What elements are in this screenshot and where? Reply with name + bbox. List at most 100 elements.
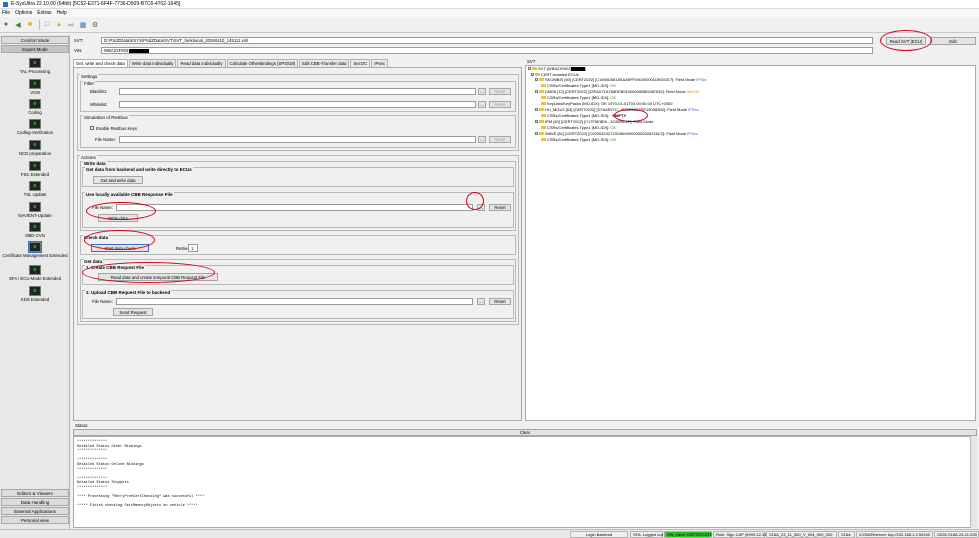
svt-path-field[interactable]: D:\PSdZData\ESYS\PSdZData\SVT\SVT_funkti… bbox=[101, 37, 873, 44]
clear-status-button[interactable]: Clear bbox=[73, 429, 977, 436]
sidebar-item-coding[interactable]: ≡ Coding bbox=[0, 99, 70, 115]
tree-root[interactable]: SVT [WBA23F603 ] bbox=[528, 66, 586, 71]
restbus-file-input[interactable] bbox=[119, 136, 476, 143]
blacklist-input[interactable] bbox=[119, 88, 476, 95]
new-document-icon[interactable]: □ bbox=[42, 20, 52, 30]
monitor-icon: ≡ bbox=[29, 222, 41, 232]
tree-leaf-dme8-csr[interactable]: CSRs/Certificates Type1 [MO-IDX]: OK bbox=[541, 95, 616, 100]
tab-write-individually[interactable]: Write data individually bbox=[128, 59, 177, 67]
sidebar-item-ncd-preparation[interactable]: ≡ NCD preparation bbox=[0, 140, 70, 156]
whitelist-input[interactable] bbox=[119, 101, 476, 108]
tab-secoc[interactable]: SecOC bbox=[350, 59, 371, 67]
tab-expert-mode[interactable]: Expert Mode bbox=[1, 45, 69, 53]
sidebar-item-tal-processing[interactable]: ≡ TAL-Processing bbox=[0, 58, 70, 74]
connect-icon[interactable]: ● bbox=[1, 20, 11, 30]
restbus-reset-button[interactable]: Reset bbox=[489, 136, 511, 143]
tree-leaf-status: OK bbox=[610, 137, 617, 142]
monitor-icon: ≡ bbox=[29, 265, 41, 275]
tree-node-ipm[interactable]: IPM [40] [CERT2022] [C17F5E8E6...3C8D5C2… bbox=[535, 119, 653, 124]
blacklist-label: Blacklist: bbox=[90, 89, 107, 94]
upload-reset-button[interactable]: Reset bbox=[489, 298, 511, 305]
restbus-group: Simulation of Restbus Enable Restbus Key… bbox=[80, 115, 516, 148]
tree-node-mode: SecOC bbox=[686, 89, 700, 94]
login-backend-button[interactable]: Login Backend bbox=[570, 531, 628, 538]
edit-svt-button[interactable]: Edit bbox=[930, 37, 976, 45]
tab-calculate-otherbindings[interactable]: Calculate OtherBindings (SP2018) bbox=[226, 59, 299, 67]
monitor-icon: ≡ bbox=[29, 140, 41, 150]
folder-icon[interactable]: ■ bbox=[25, 20, 35, 30]
sidebar-item-fsc-extended[interactable]: ≡ FSC Extended bbox=[0, 161, 70, 177]
save-icon[interactable]: ▦ bbox=[78, 20, 88, 30]
use-local-title: Use locally available CBB Response File bbox=[85, 192, 174, 197]
settings-icon[interactable]: ⚙ bbox=[90, 20, 100, 30]
menu-help[interactable]: Help bbox=[56, 10, 66, 16]
folder-icon bbox=[541, 101, 546, 106]
upload-file-label: File Name: bbox=[92, 299, 113, 304]
tab-editors-viewers[interactable]: Editors & Viewers bbox=[1, 489, 69, 497]
vin-field[interactable]: WBA23F603 bbox=[101, 47, 873, 54]
folder-icon bbox=[541, 83, 546, 88]
tree-leaf-label: KeyLists/KeyPacks [MO-IDX]: OK 1970-01-0… bbox=[547, 101, 673, 106]
tab-external-applications[interactable]: External Applications bbox=[1, 507, 69, 515]
restbus-browse-button[interactable]: ... bbox=[478, 136, 486, 143]
tree-node-wave[interactable]: WAVE [61] [CERT2022] [C0000324271D0A6000… bbox=[535, 131, 698, 136]
connection-status: ICOM/Ethernet: tcp://192.168.1.2:50160 bbox=[856, 531, 933, 538]
whitelist-reset-button[interactable]: Reset bbox=[489, 101, 511, 108]
tree-node-mode: IPSec bbox=[687, 131, 698, 136]
console-scrollbar[interactable] bbox=[970, 436, 977, 528]
local-file-input[interactable] bbox=[116, 204, 473, 211]
tree-leaf-ipm-csr[interactable]: CSRs/Certificates Type1 [MO-IDX]: OK bbox=[541, 125, 616, 130]
tab-edit-cbb-transfer[interactable]: Edit CBB-Transfer data bbox=[299, 59, 350, 67]
monitor-icon: ≡ bbox=[28, 241, 42, 253]
sidebar-item-tsl-update[interactable]: ≡ TSL Update bbox=[0, 181, 70, 197]
monitor-icon: ≡ bbox=[29, 286, 41, 296]
menu-extras[interactable]: Extras bbox=[37, 10, 51, 16]
tab-personal-view[interactable]: Personal view bbox=[1, 516, 69, 524]
blacklist-browse-button[interactable]: ... bbox=[478, 88, 486, 95]
folder-icon bbox=[539, 107, 544, 112]
sidebar-item-nav-ent-update[interactable]: ≡ NAV/ENT-Update bbox=[0, 202, 70, 218]
export-icon[interactable]: ⇨ bbox=[66, 20, 76, 30]
tree-node-kombi[interactable]: SKOMBIS [60] [CERT2022] [C1650D5818SAA9F… bbox=[535, 77, 707, 82]
redaction-bar bbox=[570, 66, 585, 71]
upload-browse-button[interactable]: ... bbox=[477, 298, 485, 305]
menu-file[interactable]: File bbox=[2, 10, 10, 16]
upload-file-input[interactable] bbox=[116, 298, 473, 305]
open-folder-icon[interactable]: ▲ bbox=[54, 20, 64, 30]
local-reset-button[interactable]: Reset bbox=[489, 204, 511, 211]
filter-group: Filter Blacklist: ... Reset Whitelist: .… bbox=[80, 81, 516, 112]
s18a-version: S18A_23_11_560_V_004_000_000 bbox=[766, 531, 837, 538]
tab-data-handling[interactable]: Data Handling bbox=[1, 498, 69, 506]
filter-title: Filter bbox=[83, 81, 95, 86]
tab-get-write-check[interactable]: Get, write and check data bbox=[73, 59, 128, 67]
enable-restbus-checkbox[interactable] bbox=[90, 126, 94, 130]
sidebar-item-vcm[interactable]: ≡ VCM bbox=[0, 79, 70, 95]
annotation-circle-browse bbox=[466, 192, 484, 210]
blacklist-reset-button[interactable]: Reset bbox=[489, 88, 511, 95]
tree-leaf-kombi-csr[interactable]: CSRs/Certificates Type1 [MO-IDX]: OK bbox=[541, 83, 616, 88]
retries-input[interactable]: 1 bbox=[188, 244, 198, 252]
tab-read-individually[interactable]: Read data individually bbox=[177, 59, 226, 67]
sidebar-item-certificate-management[interactable]: ≡ Certificate Management Extended bbox=[0, 241, 70, 258]
tree-node-dme8[interactable]: DME8 [12] [CERT2022] [33FAA7ZA768DEB9100… bbox=[535, 89, 700, 94]
sidebar-item-kds-extended[interactable]: ≡ KDS Extended bbox=[0, 286, 70, 302]
tree-node-label: WAVE [61] [CERT2022] [C0000324271D0A6000… bbox=[545, 131, 687, 136]
folder-icon bbox=[539, 119, 544, 124]
whitelist-browse-button[interactable]: ... bbox=[478, 101, 486, 108]
send-request-button[interactable]: Send Request bbox=[113, 308, 153, 316]
collapse-icon bbox=[535, 120, 538, 123]
sidebar-item-obd-cvn[interactable]: ≡ OBD-CVN bbox=[0, 222, 70, 238]
sidebar-item-sfa-ecu-mode[interactable]: ≡ SFA / ECU-Mode Extended bbox=[0, 265, 70, 281]
sidebar: Comfort Mode Expert Mode ≡ TAL-Processin… bbox=[0, 35, 70, 538]
toolbar: ● ◀ ■ □ ▲ ⇨ ▦ ⚙ bbox=[0, 17, 979, 33]
tree-leaf-wave-csr[interactable]: CSRs/Certificates Type1 [MO-IDX]: OK bbox=[541, 137, 616, 142]
sidebar-item-coding-verification[interactable]: ≡ Coding-Verification bbox=[0, 119, 70, 135]
tree-leaf-status: OK bbox=[610, 95, 617, 100]
back-icon[interactable]: ◀ bbox=[13, 20, 23, 30]
tab-comfort-mode[interactable]: Comfort Mode bbox=[1, 36, 69, 44]
tree-leaf-dme8-keylists[interactable]: KeyLists/KeyPacks [MO-IDX]: OK 1970-01-0… bbox=[541, 101, 673, 106]
get-and-write-button[interactable]: Get and write data bbox=[93, 176, 143, 184]
tab-ipsec[interactable]: IPsec bbox=[371, 59, 389, 67]
menu-options[interactable]: Options bbox=[15, 10, 32, 16]
sidebar-item-label: KDS Extended bbox=[20, 297, 50, 302]
